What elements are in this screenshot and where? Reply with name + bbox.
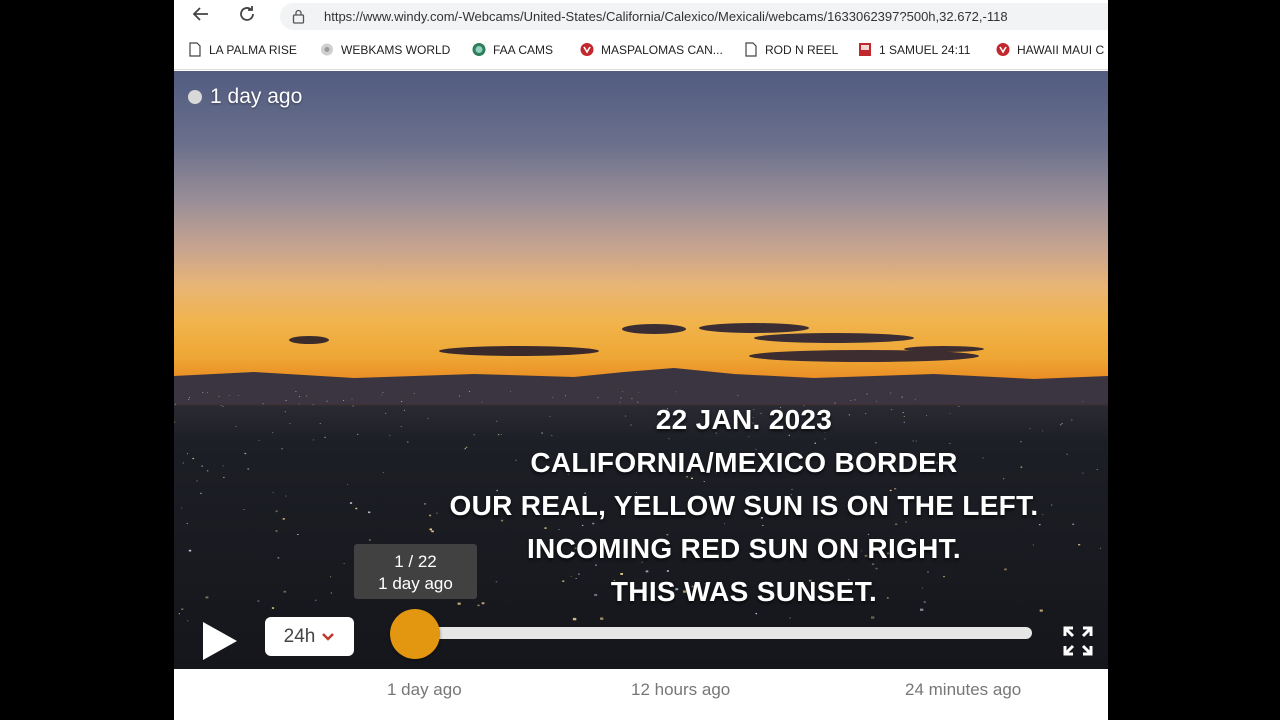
timeline-slider-handle[interactable] [390,609,440,659]
address-bar-area: https://www.windy.com/-Webcams/United-St… [174,0,1108,34]
bookmark-1-samuel[interactable]: 1 SAMUEL 24:11 [858,42,970,57]
bookmark-label: HAWAII MAUI C [1017,42,1105,57]
fullscreen-icon[interactable] [1062,625,1094,657]
timeline-tooltip: 1 / 22 1 day ago [354,544,477,599]
bookmark-faa-cams[interactable]: FAA CAMS [472,42,553,57]
timeline-track[interactable] [412,627,1032,639]
vivaldi-icon [580,43,594,56]
scale-label: 24 minutes ago [905,680,1022,699]
bookmark-label: 1 SAMUEL 24:11 [879,42,971,57]
caption-line: CALIFORNIA/MEXICO BORDER [530,447,958,478]
bookmark-maspalomas[interactable]: MASPALOMAS CAN... [580,42,723,57]
url-text[interactable]: https://www.windy.com/-Webcams/United-St… [324,9,1008,24]
bookmark-label: MASPALOMAS CAN... [601,42,723,57]
vivaldi-icon [996,43,1010,56]
site-info-icon[interactable] [292,9,305,24]
url-field[interactable]: https://www.windy.com/-Webcams/United-St… [280,3,1108,30]
back-button[interactable] [188,4,214,28]
webcam-view: 1 day ago 22 JAN. 2023 CALIFORNIA/MEXICO… [174,71,1108,669]
browser-window: https://www.windy.com/-Webcams/United-St… [174,0,1108,720]
chevron-down-icon [322,632,335,641]
timeline-scale: 1 day ago 12 hours ago 24 minutes ago [174,669,1108,720]
caption-line: INCOMING RED SUN ON RIGHT. [526,533,962,564]
bookmark-webkams-world[interactable]: WEBKAMS WORLD [320,42,450,57]
overlay-caption: 22 JAN. 2023 CALIFORNIA/MEXICO BORDER OU… [414,398,1074,613]
bookmark-label: FAA CAMS [493,42,554,57]
play-button[interactable] [200,619,240,663]
page-icon [189,42,201,57]
reload-icon [240,6,254,21]
clouds [289,323,984,362]
period-select[interactable]: 24h [265,617,354,656]
caption-line: OUR REAL, YELLOW SUN IS ON THE LEFT. [449,490,1039,521]
bookmark-label: WEBKAMS WORLD [341,42,451,57]
caption-line: THIS WAS SUNSET. [610,576,878,607]
age-badge: 1 day ago [188,85,302,109]
bookmark-rod-n-reel[interactable]: ROD N REEL [744,42,838,57]
tooltip-age: 1 day ago [378,574,453,593]
scale-label: 1 day ago [387,680,462,699]
bookmark-red-icon [859,43,871,56]
faa-icon [472,43,486,56]
reload-button[interactable] [234,4,260,28]
page-icon [745,42,757,57]
status-dot-icon [188,90,202,104]
period-label: 24h [283,625,316,647]
bookmark-label: ROD N REEL [765,42,839,57]
arrow-left-icon [192,7,208,21]
bookmark-la-palma-rise[interactable]: LA PALMA RISE [188,42,297,57]
bookmark-label: LA PALMA RISE [209,42,297,57]
tooltip-index: 1 / 22 [394,552,437,571]
globe-icon [321,43,333,56]
bookmarks-bar: LA PALMA RISE WEBKAMS WORLD FAA CAMS MAS… [174,34,1108,70]
bookmark-hawaii-maui[interactable]: HAWAII MAUI C [996,42,1104,57]
scale-label: 12 hours ago [631,680,731,699]
caption-line: 22 JAN. 2023 [655,404,833,435]
age-label: 1 day ago [210,85,303,108]
